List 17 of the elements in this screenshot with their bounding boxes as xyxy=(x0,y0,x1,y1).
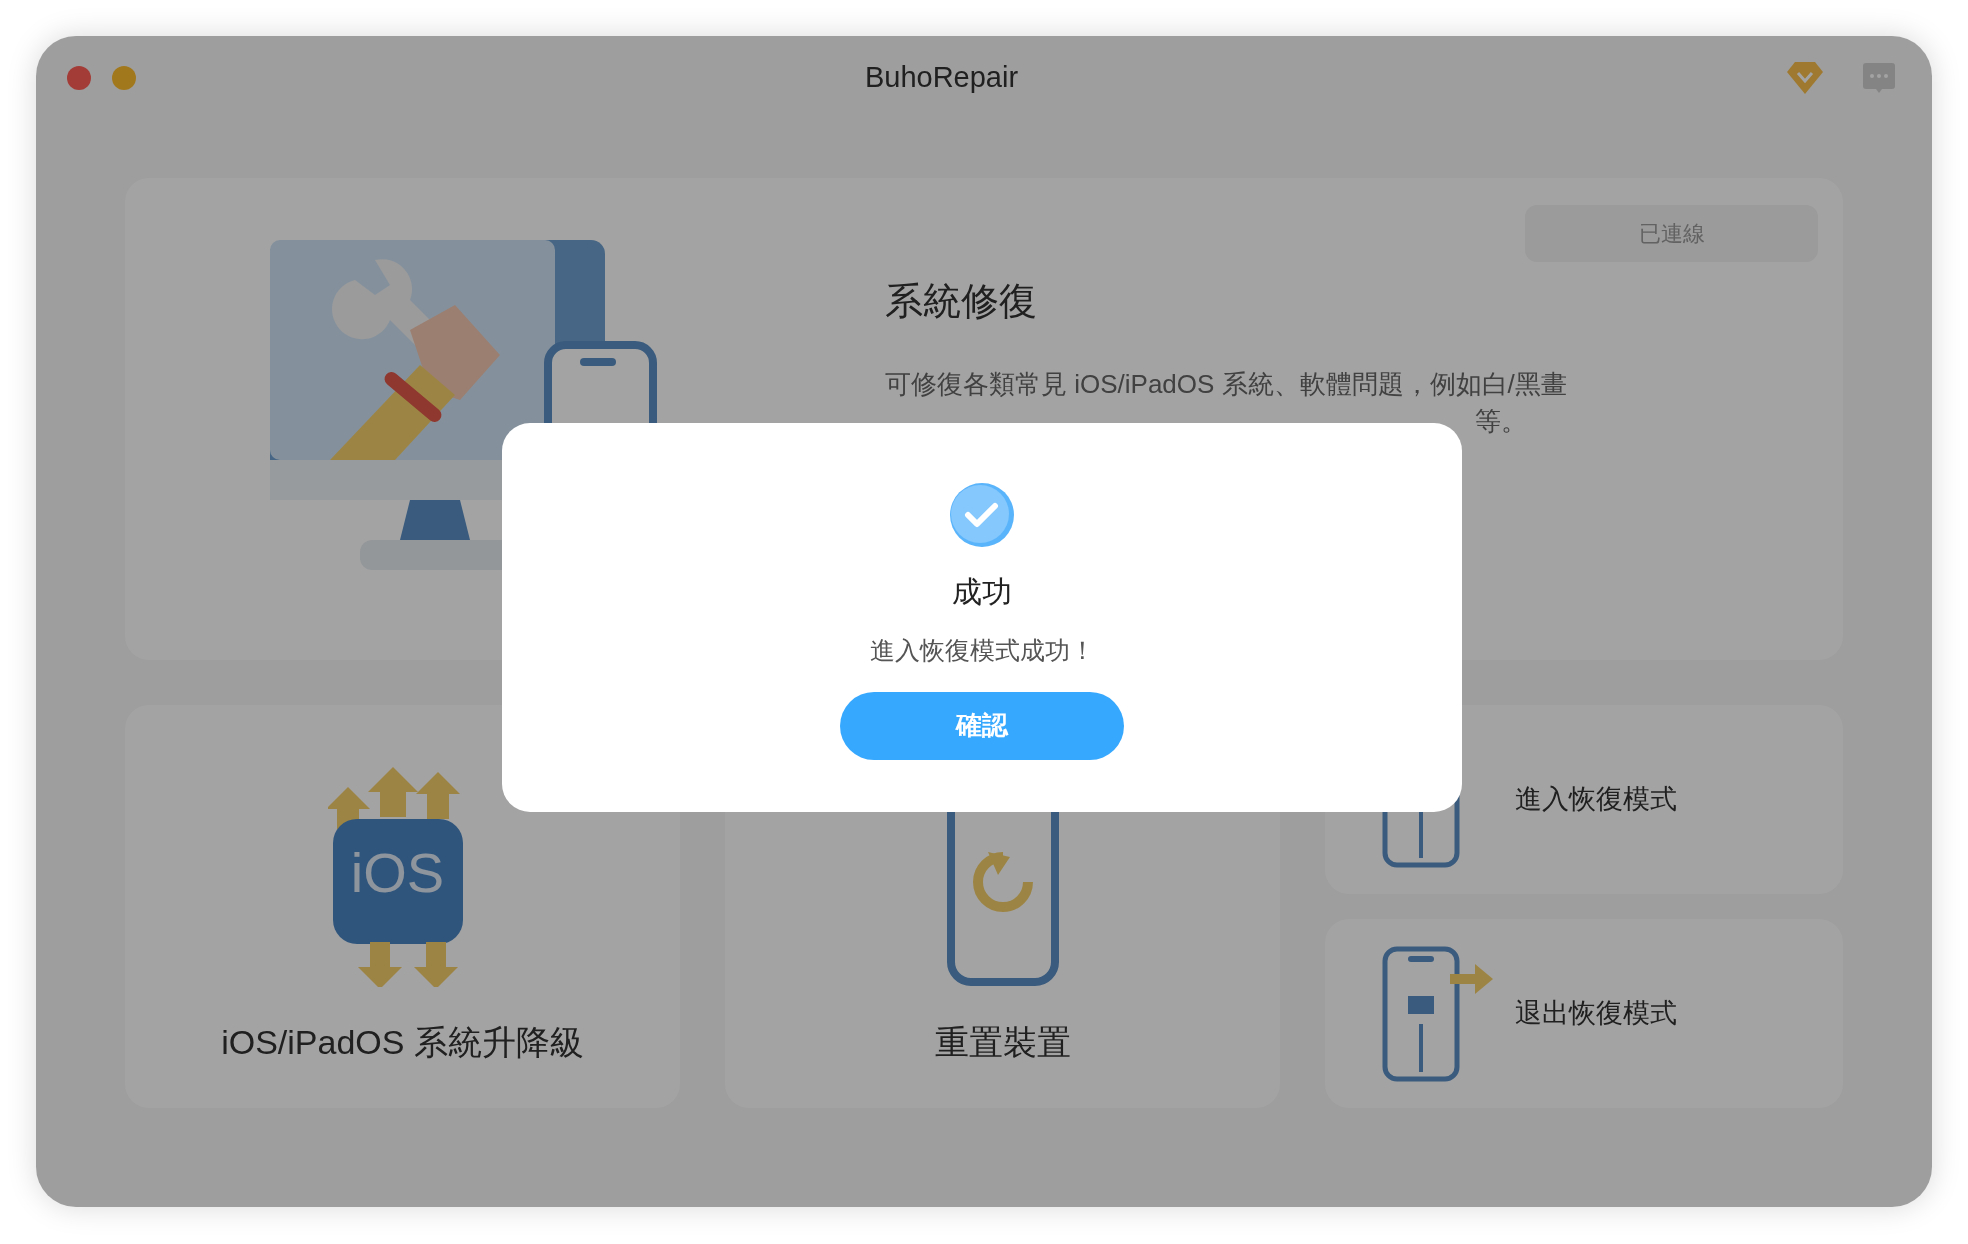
diamond-icon[interactable] xyxy=(1787,62,1823,94)
card-description-end: 等。 xyxy=(1475,405,1527,438)
card-title: 系統修復 xyxy=(885,279,1038,324)
tool-label: 重置裝置 xyxy=(934,1022,1071,1063)
tool-card[interactable]: 退出恢復模式 xyxy=(1325,919,1843,1108)
close-button[interactable] xyxy=(67,66,91,90)
tool-label: iOS/iPadOS 系統升降級 xyxy=(221,1022,584,1063)
tool-label: 退出恢復模式 xyxy=(1515,997,1677,1031)
tool-card[interactable]: iOS iOS/iPadOS 系統升降級 xyxy=(125,705,680,1108)
dialog-title: 成功 xyxy=(952,574,1012,610)
card-description: 可修復各類常見 iOS/iPadOS 系統、軟體問題，例如白/黑畫 xyxy=(885,368,1567,401)
success-check-icon xyxy=(950,483,1014,547)
connected-badge: 已連線 xyxy=(1525,205,1818,262)
window-title: BuhoRepair xyxy=(864,60,1019,96)
tool-label: 進入恢復模式 xyxy=(1515,783,1677,817)
minimize-button[interactable] xyxy=(112,66,136,90)
chat-icon[interactable] xyxy=(1863,63,1895,93)
